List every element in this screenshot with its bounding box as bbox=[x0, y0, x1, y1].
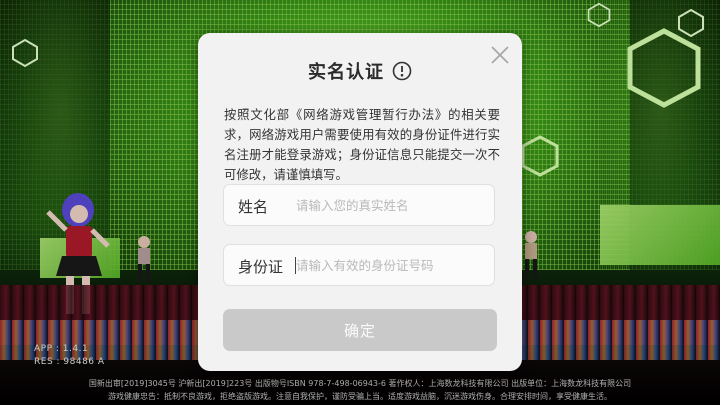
id-field[interactable]: 身份证 bbox=[223, 244, 495, 286]
confirm-button[interactable]: 确定 bbox=[223, 309, 497, 351]
name-field-label: 姓名 bbox=[238, 198, 269, 216]
id-field-label: 身份证 bbox=[238, 258, 284, 276]
info-circle-icon[interactable] bbox=[392, 61, 412, 81]
name-input[interactable] bbox=[296, 193, 486, 217]
dialog-description: 按照文化部《网络游戏管理暂行办法》的相关要求，网络游戏用户需要使用有效的身份证件… bbox=[224, 107, 500, 182]
real-name-dialog: 实名认证 按照文化部《网络游戏管理暂行办法》的相关要求，网络游戏用户需要使用有效… bbox=[198, 33, 522, 371]
id-number-input[interactable] bbox=[296, 253, 486, 277]
dialog-header: 实名认证 bbox=[198, 58, 522, 84]
dialog-title: 实名认证 bbox=[308, 62, 384, 83]
name-field[interactable]: 姓名 bbox=[223, 184, 495, 226]
